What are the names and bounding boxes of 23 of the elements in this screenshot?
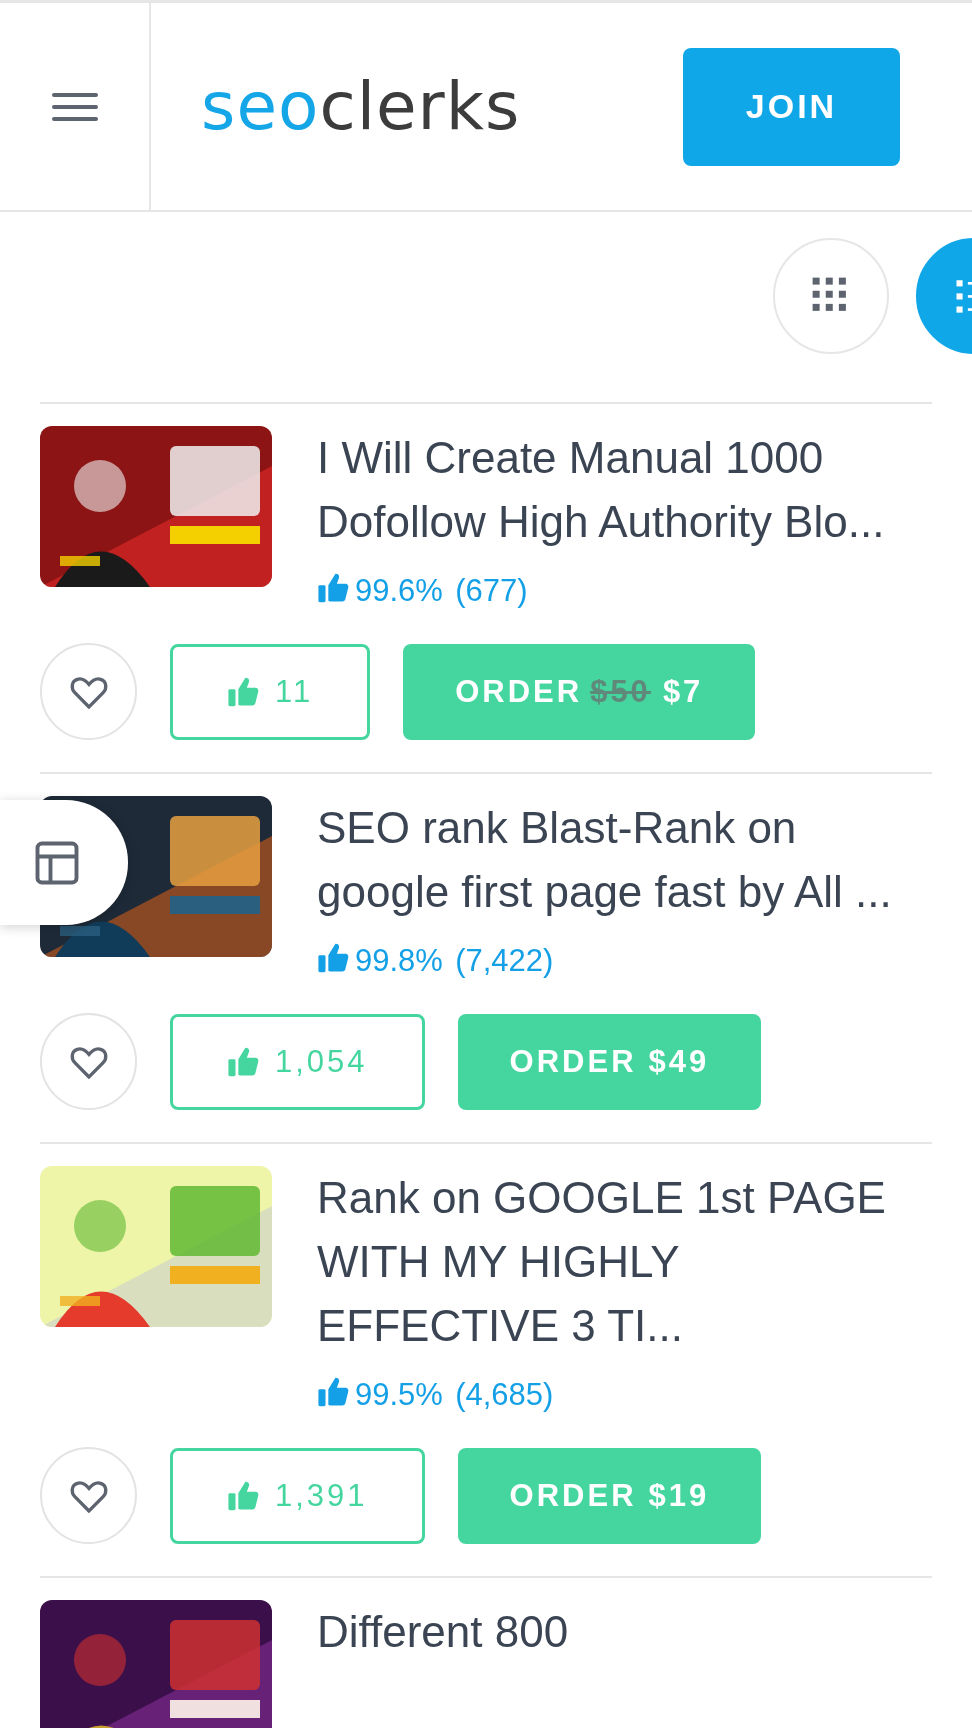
rating-count: (4,685) bbox=[455, 1377, 554, 1412]
rating-count: (7,422) bbox=[455, 943, 554, 978]
menu-icon[interactable] bbox=[51, 91, 98, 122]
listing-title[interactable]: Rank on GOOGLE 1st PAGE WITH MY HIGHLY EFFECTIVE 3 TI... bbox=[317, 1166, 932, 1358]
order-button[interactable]: ORDER $19 bbox=[457, 1447, 762, 1544]
like-button[interactable]: 11 bbox=[170, 643, 371, 740]
like-button[interactable]: 1,054 bbox=[170, 1013, 425, 1110]
rating-percent: 99.8% bbox=[317, 943, 443, 978]
like-button[interactable]: 1,391 bbox=[170, 1447, 425, 1544]
order-button[interactable]: ORDER $49 bbox=[457, 1013, 762, 1110]
thumbs-up-icon bbox=[317, 1375, 351, 1409]
rating-count: (677) bbox=[455, 573, 528, 608]
layout-button[interactable] bbox=[0, 800, 128, 925]
thumbs-up-icon bbox=[317, 941, 351, 975]
rating-percent: 99.6% bbox=[317, 573, 443, 608]
listing-title[interactable]: I Will Create Manual 1000 Dofollow High Authority Blo... bbox=[317, 426, 932, 554]
rating-percent: 99.5% bbox=[317, 1377, 443, 1412]
order-button[interactable]: ORDER $50 $7 bbox=[403, 643, 756, 740]
thumbs-up-icon bbox=[317, 571, 351, 605]
logo[interactable]: seoclerks bbox=[201, 68, 521, 145]
join-button[interactable]: JOIN bbox=[683, 47, 900, 166]
listing-title[interactable]: SEO rank Blast-Rank on google first page fast by All ... bbox=[317, 796, 932, 924]
listing-title[interactable]: Different 800 bbox=[317, 1600, 932, 1664]
